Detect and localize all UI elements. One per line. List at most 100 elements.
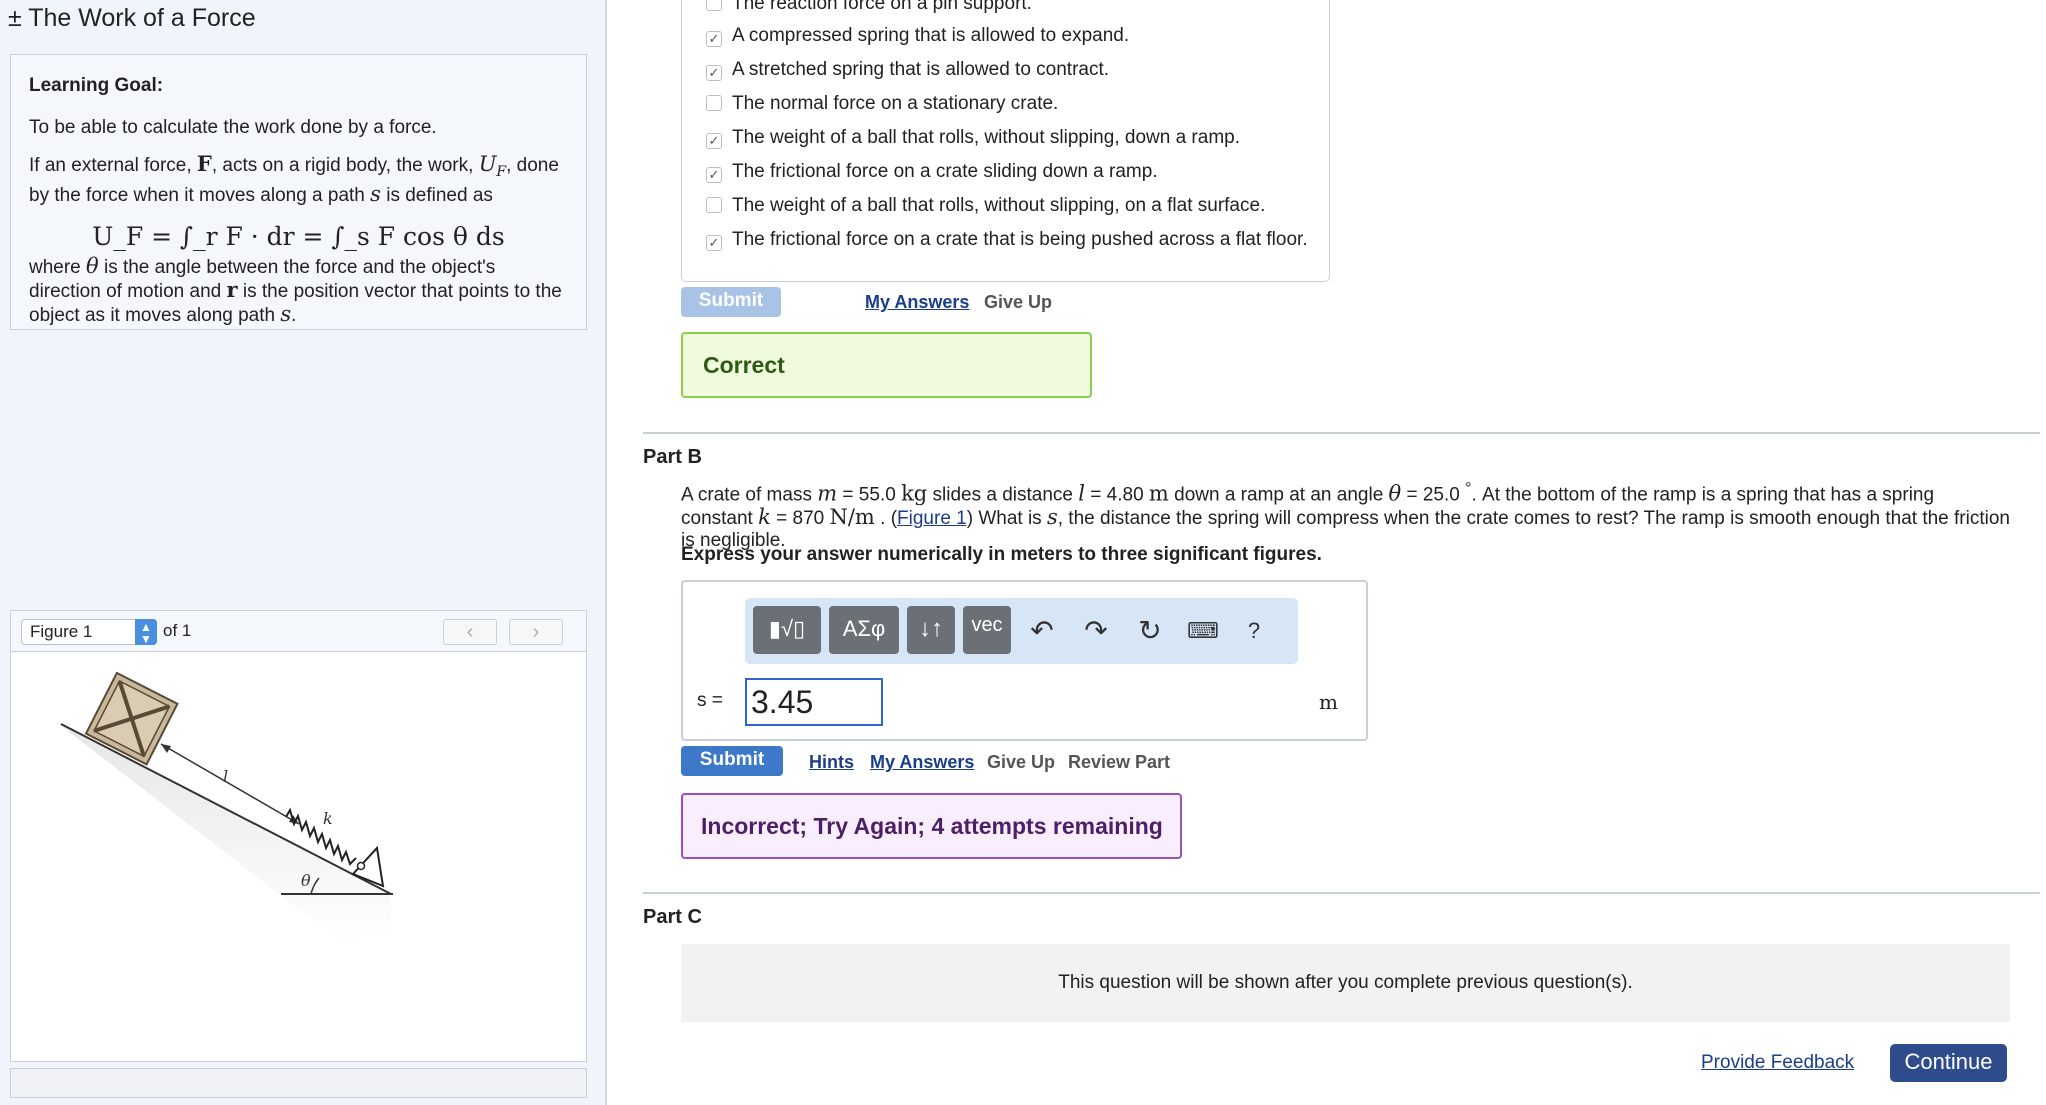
math-mass: m: [817, 481, 838, 506]
part-b-submit-button[interactable]: Submit: [681, 746, 783, 776]
part-a-choices: The reaction force on a pin support. ✓ A …: [681, 0, 1330, 282]
answer-unit: m: [1319, 690, 1338, 714]
text-span: A crate of mass: [681, 484, 818, 506]
math-force: F: [196, 151, 212, 176]
part-a-submit-button[interactable]: Submit: [681, 287, 781, 317]
figure-select[interactable]: Figure 1 ▲ ▼: [21, 619, 157, 645]
provide-feedback-link[interactable]: Provide Feedback: [1701, 1052, 1854, 1074]
ramp-surface: [60, 723, 392, 895]
choice-item[interactable]: The weight of a ball that rolls, without…: [706, 194, 1265, 220]
math-theta: θ: [1388, 481, 1402, 506]
part-b-instruction: Express your answer numerically in meter…: [681, 544, 1322, 565]
choice-item[interactable]: ✓ The frictional force on a crate that is…: [706, 228, 1308, 254]
answer-label: s =: [697, 690, 723, 711]
text-span: slides a distance: [927, 484, 1079, 506]
arrow-head: [161, 744, 171, 753]
checkbox[interactable]: ✓: [706, 235, 722, 251]
part-b-problem-text: A crate of mass m = 55.0 kg slides a dis…: [681, 478, 2011, 552]
part-c-title: Part C: [643, 906, 702, 928]
learning-goal-definition: If an external force, F, acts on a rigid…: [29, 153, 568, 207]
label-l: l: [223, 767, 228, 786]
text-span: , acts on a rigid body, the work,: [211, 155, 479, 176]
subscript-superscript-button[interactable]: ↓↑: [907, 606, 955, 654]
redo-icon[interactable]: ↷: [1081, 616, 1111, 646]
choice-item[interactable]: ✓ The frictional force on a crate sliding…: [706, 160, 1158, 186]
part-b-my-answers-link[interactable]: My Answers: [870, 752, 974, 773]
answer-input[interactable]: 3.45: [745, 678, 883, 726]
text-span: .: [291, 304, 297, 326]
text-span: is defined as: [380, 184, 493, 206]
text-span: where: [29, 256, 87, 278]
choice-label: The frictional force on a crate that is …: [732, 229, 1308, 250]
left-pane: ± The Work of a Force Learning Goal: To …: [0, 0, 607, 1105]
part-b-feedback-incorrect: Incorrect; Try Again; 4 attempts remaini…: [681, 793, 1182, 859]
ramp-shadow: [59, 724, 391, 942]
pin-icon: [356, 861, 366, 871]
undo-icon[interactable]: ↶: [1027, 616, 1057, 646]
select-arrows-icon: ▲ ▼: [135, 619, 157, 645]
label-k: k: [323, 809, 333, 828]
choice-item[interactable]: The reaction force on a pin support.: [706, 0, 1032, 18]
text-span: = 25.0: [1401, 484, 1466, 506]
choice-item[interactable]: ✓ The weight of a ball that rolls, withou…: [706, 126, 1240, 152]
choice-label: A stretched spring that is allowed to co…: [732, 59, 1110, 80]
assignment-title: ± The Work of a Force: [8, 4, 256, 32]
math-unit: kg: [901, 481, 928, 506]
part-a-give-up[interactable]: Give Up: [984, 292, 1052, 313]
part-a-feedback-correct: Correct: [681, 332, 1092, 398]
vector-button[interactable]: vec: [963, 606, 1011, 654]
choice-label: The normal force on a stationary crate.: [732, 93, 1059, 114]
learning-goal-title: Learning Goal:: [29, 75, 164, 96]
checkbox[interactable]: ✓: [706, 167, 722, 183]
right-pane: The reaction force on a pin support. ✓ A …: [609, 0, 2046, 1105]
figure-next-button[interactable]: ›: [509, 619, 563, 645]
learning-goal-explanation: where θ is the angle between the force a…: [29, 255, 568, 327]
text-span: = 870: [770, 508, 830, 530]
review-part[interactable]: Review Part: [1068, 752, 1170, 773]
greek-symbols-button[interactable]: ΑΣφ: [829, 606, 899, 654]
math-toolbar: ▮√▯ ΑΣφ ↓↑ vec ↶ ↷ ↻ ⌨ ?: [745, 598, 1298, 664]
checkbox[interactable]: [706, 95, 722, 111]
keyboard-icon[interactable]: ⌨: [1187, 616, 1219, 646]
figure-link[interactable]: Figure 1: [897, 508, 967, 529]
checkbox[interactable]: [706, 0, 722, 11]
learning-goal-box: Learning Goal: To be able to calculate t…: [10, 54, 587, 330]
math-position-vector: r: [226, 276, 238, 302]
choice-label: The weight of a ball that rolls, without…: [732, 127, 1240, 148]
figure-prev-button[interactable]: ‹: [443, 619, 497, 645]
math-theta: θ: [86, 253, 99, 278]
math-unit: m: [1148, 481, 1169, 506]
continue-button[interactable]: Continue: [1890, 1044, 2007, 1082]
hints-link[interactable]: Hints: [809, 752, 854, 773]
choice-item[interactable]: ✓ A stretched spring that is allowed to c…: [706, 58, 1109, 84]
templates-button[interactable]: ▮√▯: [753, 606, 821, 654]
choice-label: The weight of a ball that rolls, without…: [732, 195, 1266, 216]
choice-item[interactable]: ✓ A compressed spring that is allowed to …: [706, 24, 1129, 50]
math-compression: s: [1046, 505, 1058, 530]
chevron-left-icon: ‹: [466, 621, 474, 643]
part-a-my-answers-link[interactable]: My Answers: [865, 292, 969, 313]
checkbox[interactable]: ✓: [706, 65, 722, 81]
figure-count: of 1: [163, 621, 192, 640]
part-b-give-up[interactable]: Give Up: [987, 752, 1055, 773]
choice-label: The frictional force on a crate sliding …: [732, 161, 1158, 182]
math-path: s: [280, 301, 292, 326]
choice-label: The reaction force on a pin support.: [732, 0, 1032, 14]
choice-item[interactable]: The normal force on a stationary crate.: [706, 92, 1058, 118]
divider: [643, 892, 2040, 894]
checkbox[interactable]: [706, 197, 722, 213]
figure-footer: [10, 1068, 587, 1098]
math-unit: N/m: [829, 505, 875, 530]
figure-header: Figure 1 ▲ ▼ of 1 ‹ ›: [10, 610, 587, 652]
reset-icon[interactable]: ↻: [1135, 616, 1165, 646]
text-span: ) What is: [966, 508, 1047, 530]
divider: [643, 432, 2040, 434]
figure-canvas: l k θ: [10, 651, 587, 1062]
checkbox[interactable]: ✓: [706, 133, 722, 149]
text-span: = 55.0: [837, 484, 902, 506]
checkbox[interactable]: ✓: [706, 31, 722, 47]
math-work-subscript: F: [496, 163, 507, 180]
help-button[interactable]: ?: [1239, 616, 1269, 646]
label-theta: θ: [301, 871, 311, 890]
math-spring-constant: k: [758, 505, 771, 530]
